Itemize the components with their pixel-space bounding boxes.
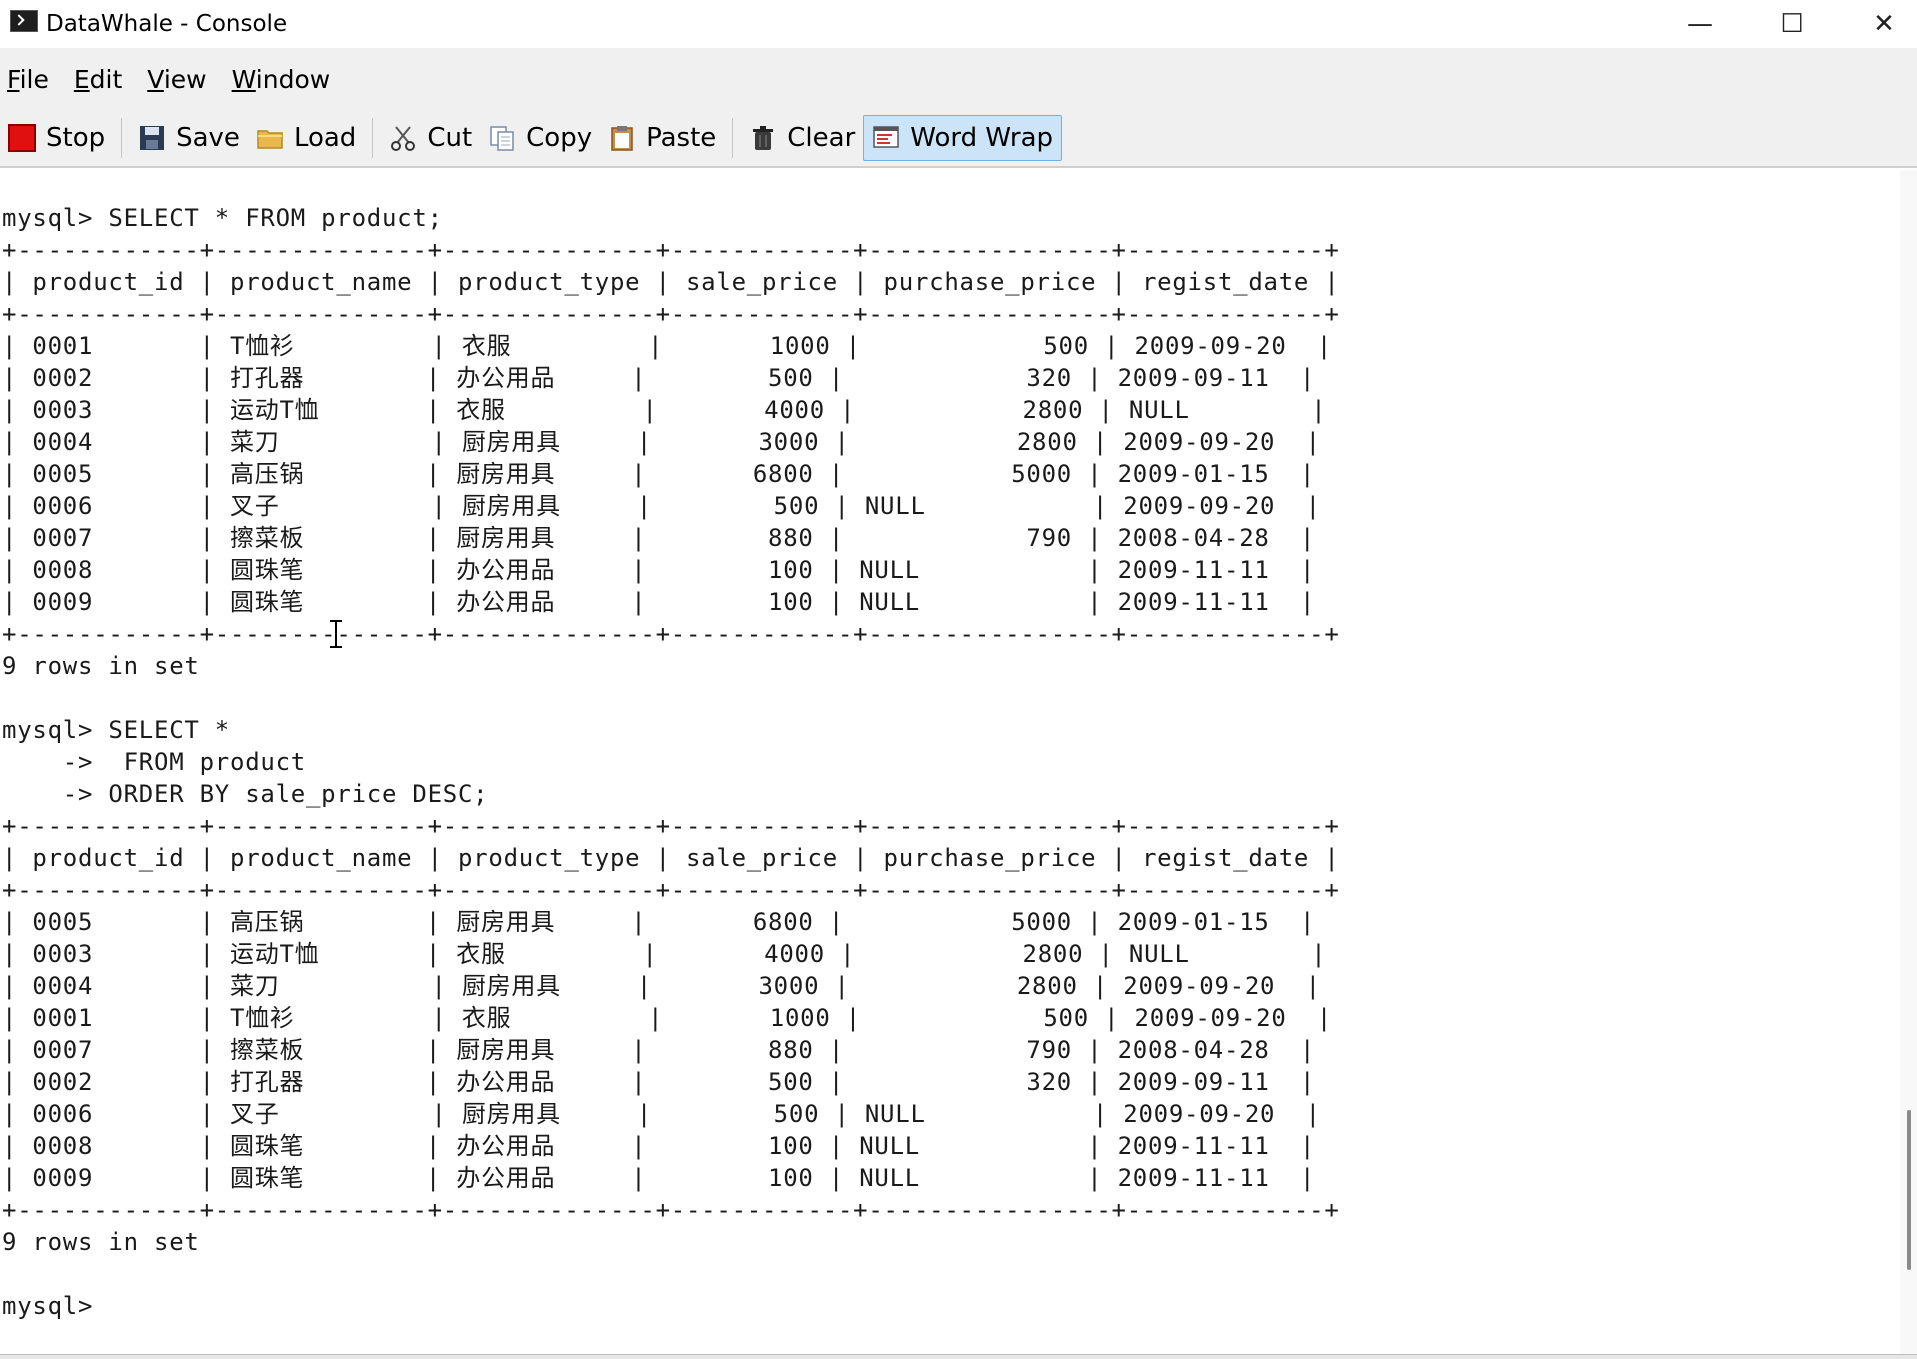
word-wrap-label: Word Wrap [910,123,1054,153]
maximize-button[interactable]: ☐ [1757,0,1827,48]
console-line: +------------+--------------+-----------… [2,300,1340,328]
scrollbar-thumb[interactable] [1907,1110,1911,1270]
console-line: | 0004 | 菜刀 | 厨房用具 | 3000 | 2800 | 2009-… [2,972,1321,1000]
console-line: | 0004 | 菜刀 | 厨房用具 | 3000 | 2800 | 2009-… [2,428,1321,456]
console-line: -> FROM product [2,748,306,776]
save-button[interactable]: Save [130,115,248,161]
copy-button[interactable]: Copy [480,115,600,161]
save-label: Save [176,123,240,153]
console-line: 9 rows in set [2,1228,200,1256]
console-line: | 0003 | 运动T恤 | 衣服 | 4000 | 2800 | NULL … [2,396,1327,424]
console-line: | 0008 | 圆珠笔 | 办公用品 | 100 | NULL | 2009-… [2,556,1316,584]
word-wrap-button[interactable]: Word Wrap [863,115,1063,161]
minimize-icon: — [1687,9,1713,39]
close-icon: ✕ [1873,9,1895,39]
window-title: DataWhale - Console [46,11,288,37]
console-line: -> ORDER BY sale_price DESC; [2,780,489,808]
load-button[interactable]: Load [248,115,364,161]
console-line: | 0003 | 运动T恤 | 衣服 | 4000 | 2800 | NULL … [2,940,1327,968]
console-line: +------------+--------------+-----------… [2,812,1340,840]
text-cursor-icon [330,620,342,648]
copy-label: Copy [526,123,593,153]
paste-button[interactable]: Paste [600,115,724,161]
save-icon [138,124,166,152]
console-line: mysql> SELECT * [2,716,230,744]
cut-label: Cut [427,123,473,153]
console-line: +------------+--------------+-----------… [2,1196,1340,1224]
menu-file[interactable]: File [7,65,49,94]
title-bar[interactable]: DataWhale - Console — ☐ ✕ [0,0,1917,48]
console-line: | 0009 | 圆珠笔 | 办公用品 | 100 | NULL | 2009-… [2,1164,1316,1192]
console-line: | 0002 | 打孔器 | 办公用品 | 500 | 320 | 2009-0… [2,364,1316,392]
scissors-icon [389,124,417,152]
window-bottom-edge [0,1354,1917,1359]
console-line: | 0002 | 打孔器 | 办公用品 | 500 | 320 | 2009-0… [2,1068,1316,1096]
trash-icon [749,124,777,152]
console-line: | 0006 | 叉子 | 厨房用具 | 500 | NULL | 2009-0… [2,1100,1321,1128]
console-line: | product_id | product_name | product_ty… [2,268,1340,296]
clear-label: Clear [787,123,856,153]
toolbar-separator [372,118,374,158]
toolbar-separator [732,118,734,158]
console-line: | product_id | product_name | product_ty… [2,844,1340,872]
load-label: Load [293,123,357,153]
console-app-icon [10,10,38,32]
vertical-scrollbar[interactable] [1900,170,1917,1354]
console-text: mysql> SELECT * FROM product; +----------… [0,170,1900,1322]
console-line: +------------+--------------+-----------… [2,876,1340,904]
toolbar-separator [121,118,123,158]
menu-edit[interactable]: Edit [74,65,122,94]
maximize-icon: ☐ [1780,9,1804,39]
console-line: 9 rows in set [2,652,200,680]
console-line: | 0001 | T恤衫 | 衣服 | 1000 | 500 | 2009-09… [2,1004,1333,1032]
menu-window[interactable]: Window [232,65,331,94]
clear-button[interactable]: Clear [741,115,863,161]
console-line: | 0001 | T恤衫 | 衣服 | 1000 | 500 | 2009-09… [2,332,1333,360]
menu-view[interactable]: View [147,65,206,94]
cut-button[interactable]: Cut [381,115,480,161]
console-line: | 0006 | 叉子 | 厨房用具 | 500 | NULL | 2009-0… [2,492,1321,520]
console-line: | 0005 | 高压锅 | 厨房用具 | 6800 | 5000 | 2009… [2,908,1316,936]
stop-icon [8,124,36,152]
word-wrap-icon [872,124,900,152]
close-button[interactable]: ✕ [1849,0,1917,48]
console-line: +------------+--------------+-----------… [2,236,1340,264]
minimize-button[interactable]: — [1665,0,1735,48]
console-line: | 0005 | 高压锅 | 厨房用具 | 6800 | 5000 | 2009… [2,460,1316,488]
toolbar: Stop Save Load Cut Copy Paste Clear Word… [0,110,1917,168]
clipboard-icon [608,124,636,152]
menu-bar: File Edit View Window [0,48,1917,110]
console-line: | 0008 | 圆珠笔 | 办公用品 | 100 | NULL | 2009-… [2,1132,1316,1160]
copy-icon [488,124,516,152]
console-line: mysql> SELECT * FROM product; [2,204,443,232]
console-line: | 0007 | 擦菜板 | 厨房用具 | 880 | 790 | 2008-0… [2,1036,1316,1064]
folder-icon [256,124,284,152]
console-output[interactable]: mysql> SELECT * FROM product; +----------… [0,170,1900,1354]
console-line: | 0009 | 圆珠笔 | 办公用品 | 100 | NULL | 2009-… [2,588,1316,616]
stop-label: Stop [46,123,106,153]
console-line: +------------+--------------+-----------… [2,620,1340,648]
console-line: | 0007 | 擦菜板 | 厨房用具 | 880 | 790 | 2008-0… [2,524,1316,552]
paste-label: Paste [646,123,717,153]
console-line: mysql> [2,1292,94,1320]
stop-button[interactable]: Stop [0,115,113,161]
